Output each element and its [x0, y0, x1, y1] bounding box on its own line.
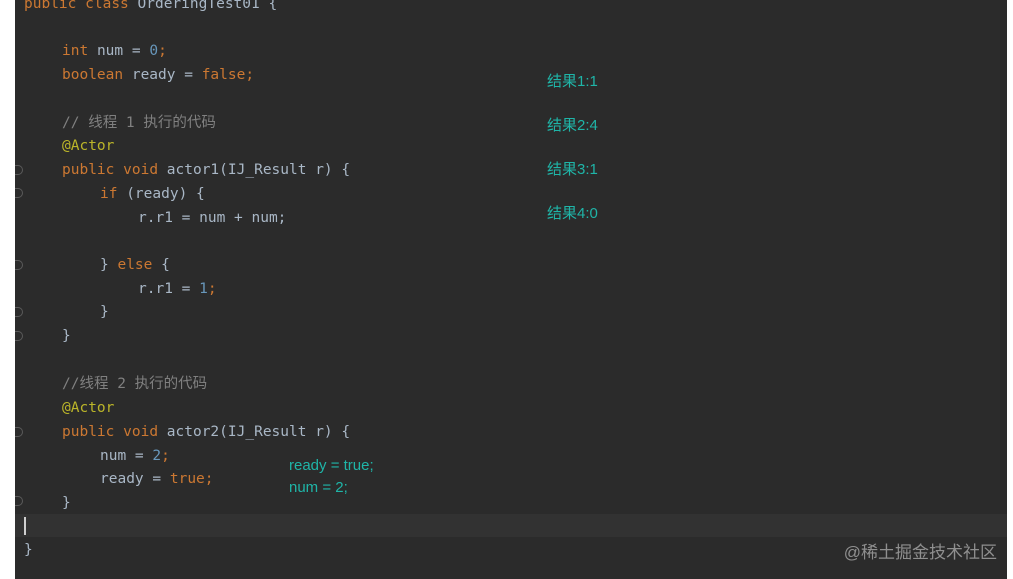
result-note-4: 结果4:0	[547, 205, 598, 222]
keyword: public	[62, 424, 115, 440]
code-line-ready-assign: ready = true;	[100, 469, 214, 489]
code-editor[interactable]: public class OrderingTest01 { int num = …	[15, 0, 1007, 579]
fold-marker-icon[interactable]	[15, 307, 23, 317]
text-caret	[24, 517, 26, 535]
semicolon: ;	[158, 43, 167, 59]
semicolon: ;	[207, 281, 217, 297]
lhs: ready	[100, 471, 144, 487]
keyword: if	[100, 186, 118, 202]
code-annotation: @Actor	[62, 400, 115, 416]
semicolon: ;	[245, 67, 255, 83]
condition: (ready) {	[117, 186, 205, 202]
brace: {	[268, 0, 278, 12]
number-literal: 1	[199, 281, 208, 297]
number-literal: 0	[149, 43, 159, 59]
fold-marker-icon[interactable]	[15, 496, 23, 506]
keyword: class	[85, 0, 129, 12]
brace: }	[100, 257, 118, 273]
code-line-actor2-signature: public void actor2(IJ_Result r) {	[62, 422, 350, 442]
method-name: actor2	[166, 424, 220, 440]
keyword: public	[24, 0, 77, 12]
result-note-2: 结果2:4	[547, 117, 598, 134]
brace: {	[152, 257, 170, 273]
code-brace: }	[62, 328, 71, 344]
code-brace: }	[24, 542, 33, 558]
result-note-3: 结果3:1	[547, 161, 598, 178]
fold-marker-icon[interactable]	[15, 331, 23, 341]
code-line-if: if (ready) {	[100, 184, 205, 204]
lhs: r.r1	[138, 210, 173, 226]
boolean-literal: true	[169, 471, 205, 487]
current-line-highlight	[15, 514, 1007, 537]
code-line-r1-sum: r.r1 = num + num;	[138, 208, 286, 228]
code-line-num-assign: num = 2;	[100, 446, 170, 466]
code-line-else: } else {	[100, 255, 170, 275]
field-name: num	[96, 43, 124, 59]
params: (IJ_Result r) {	[219, 424, 351, 440]
operator: =	[131, 43, 141, 59]
lhs: num	[100, 448, 127, 464]
watermark: @稀土掘金技术社区	[843, 543, 997, 562]
code-brace: }	[62, 495, 71, 511]
class-name: OrderingTest01	[137, 0, 260, 12]
code-line-actor1-signature: public void actor1(IJ_Result r) {	[62, 160, 350, 180]
reorder-note-line2: num = 2;	[289, 479, 348, 496]
keyword: public	[62, 162, 115, 178]
keyword: void	[123, 424, 159, 440]
code-brace: }	[100, 304, 109, 320]
number-literal: 2	[152, 448, 162, 464]
fold-marker-icon[interactable]	[15, 188, 23, 198]
type-keyword: int	[62, 43, 89, 59]
code-line-field-ready: boolean ready = false;	[62, 65, 254, 85]
lhs: r.r1	[138, 281, 173, 297]
boolean-literal: false	[201, 67, 246, 83]
result-note-1: 结果1:1	[547, 73, 598, 90]
code-comment-thread1: // 线程 1 执行的代码	[62, 115, 216, 131]
code-line-field-num: int num = 0;	[62, 41, 167, 61]
field-name: ready	[131, 67, 176, 83]
fold-marker-icon[interactable]	[15, 427, 23, 437]
code-comment-thread2: //线程 2 执行的代码	[62, 376, 208, 392]
code-annotation: @Actor	[62, 138, 115, 154]
params: (IJ_Result r) {	[219, 162, 351, 178]
code-line-r1-assign: r.r1 = 1;	[138, 279, 217, 299]
code-line-class: public class OrderingTest01 {	[24, 0, 277, 14]
type-keyword: boolean	[62, 67, 124, 83]
keyword: else	[117, 257, 153, 273]
fold-marker-icon[interactable]	[15, 165, 23, 175]
operator: =	[184, 67, 193, 83]
keyword: void	[123, 162, 159, 178]
semicolon: ;	[161, 448, 170, 464]
rhs: = num + num;	[172, 210, 287, 226]
operator: =	[126, 448, 153, 464]
reorder-note-line1: ready = true;	[289, 457, 374, 474]
method-name: actor1	[166, 162, 220, 178]
fold-marker-icon[interactable]	[15, 260, 23, 270]
operator: =	[172, 281, 200, 297]
operator: =	[143, 471, 170, 487]
semicolon: ;	[204, 471, 214, 487]
